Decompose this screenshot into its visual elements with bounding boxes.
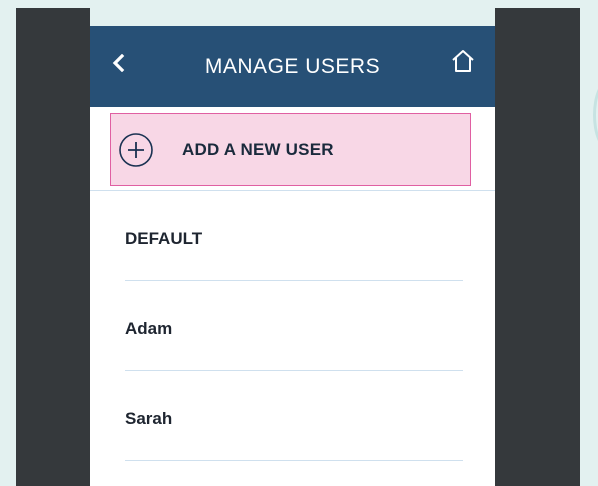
screen-stage: MANAGE USERS ADD A NEW USER DEFAULT Adam… — [0, 0, 598, 486]
user-item-default[interactable]: DEFAULT — [90, 191, 495, 281]
background-shape — [593, 80, 598, 150]
user-name: DEFAULT — [125, 229, 203, 248]
left-frame — [16, 8, 90, 486]
user-item-adam[interactable]: Adam — [90, 281, 495, 371]
chevron-left-icon — [111, 53, 125, 77]
user-item-sarah[interactable]: Sarah — [90, 371, 495, 461]
right-frame — [495, 8, 580, 486]
plus-circle-icon — [118, 132, 154, 168]
header-bar: MANAGE USERS — [90, 26, 495, 107]
user-name: Adam — [125, 319, 173, 338]
manage-users-screen: MANAGE USERS ADD A NEW USER DEFAULT Adam… — [90, 26, 495, 486]
home-icon — [450, 48, 476, 79]
user-list: DEFAULT Adam Sarah — [90, 191, 495, 461]
back-button[interactable] — [106, 53, 130, 77]
user-name: Sarah — [125, 409, 173, 428]
add-new-user-button[interactable]: ADD A NEW USER — [110, 113, 471, 186]
home-button[interactable] — [449, 49, 477, 77]
page-title: MANAGE USERS — [204, 54, 381, 78]
divider — [125, 460, 463, 461]
add-new-user-label: ADD A NEW USER — [182, 139, 334, 159]
